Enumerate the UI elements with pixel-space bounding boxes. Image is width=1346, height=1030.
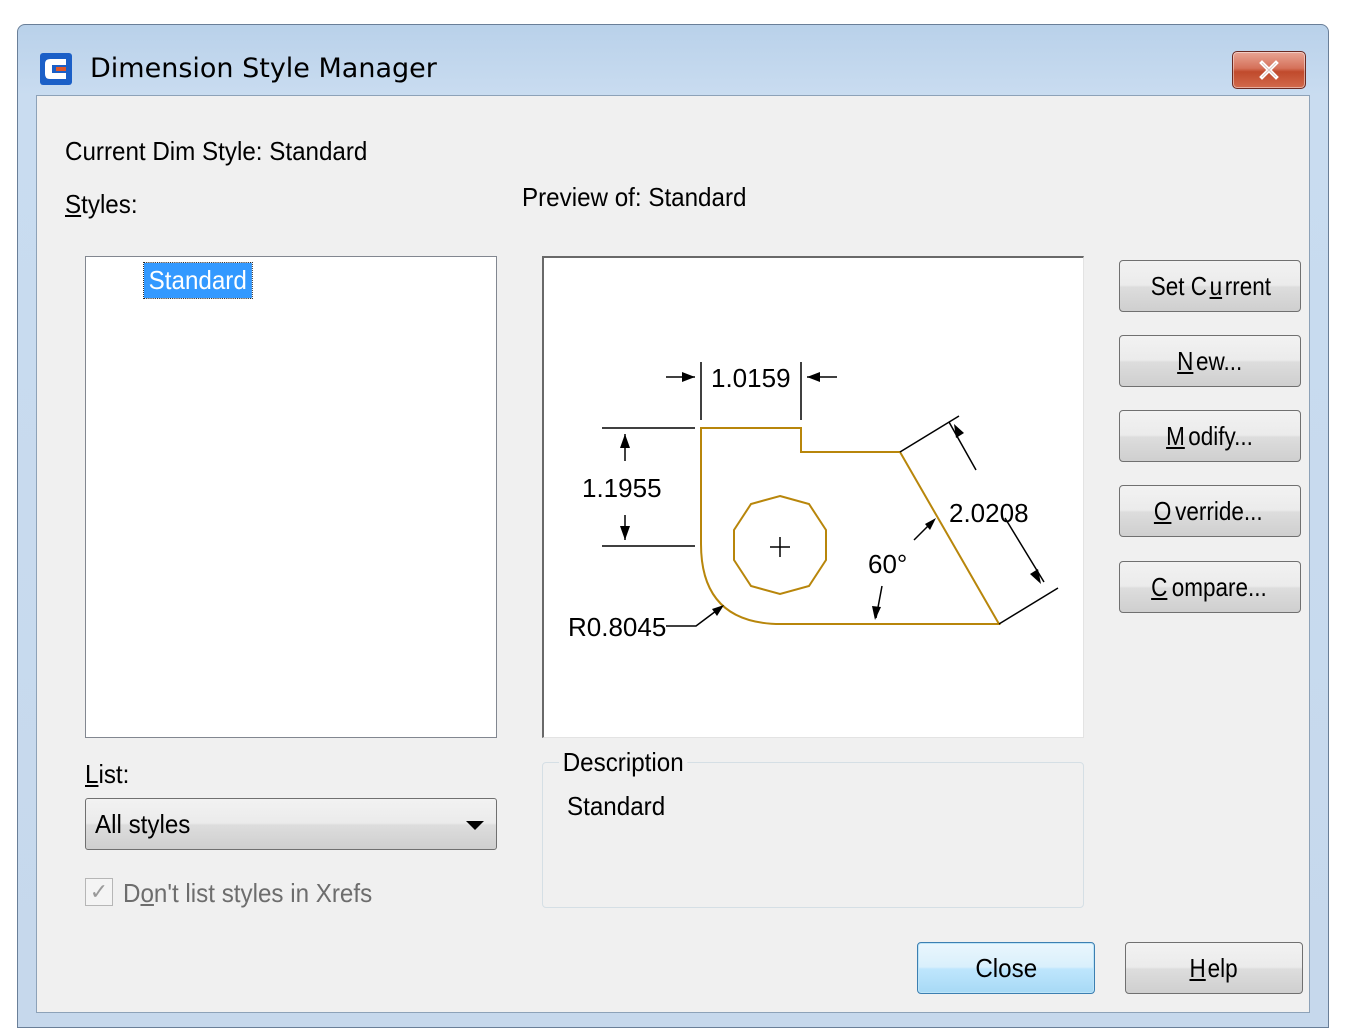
title-bar[interactable]: Dimension Style Manager bbox=[18, 25, 1328, 95]
preview-dim-diagonal: 2.0208 bbox=[949, 498, 1029, 528]
preview-dim-top: 1.0159 bbox=[711, 363, 791, 393]
close-x-icon bbox=[1259, 60, 1279, 80]
help-button[interactable]: Help bbox=[1125, 942, 1303, 994]
description-group: Description Standard bbox=[542, 747, 1084, 908]
styles-label: Styles: bbox=[65, 189, 138, 219]
modify-button[interactable]: Modify... bbox=[1119, 410, 1301, 462]
override-button[interactable]: Override... bbox=[1119, 485, 1301, 537]
new-button[interactable]: New... bbox=[1119, 335, 1301, 387]
close-button[interactable]: Close bbox=[917, 942, 1095, 994]
description-legend: Description bbox=[559, 747, 688, 778]
list-filter-value: All styles bbox=[95, 809, 191, 839]
checkmark-icon: ✓ bbox=[89, 879, 109, 905]
list-filter-dropdown[interactable]: All styles bbox=[85, 798, 497, 850]
dont-list-xrefs-label: Don't list styles in Xrefs bbox=[123, 878, 373, 908]
window-close-button[interactable] bbox=[1232, 51, 1306, 89]
preview-dim-angle: 60° bbox=[868, 549, 907, 579]
app-logo-icon bbox=[40, 53, 72, 85]
dont-list-xrefs-checkbox[interactable]: ✓ bbox=[85, 878, 113, 906]
preview-pane: 1.0159 1.1955 2.0208 60° R0.8045 bbox=[542, 256, 1084, 738]
set-current-button[interactable]: Set Current bbox=[1119, 260, 1301, 312]
dialog-client-area: Current Dim Style: Standard Styles: Stan… bbox=[36, 95, 1310, 1013]
styles-list[interactable]: Standard bbox=[85, 256, 497, 738]
dialog-window: Dimension Style Manager Current Dim Styl… bbox=[17, 24, 1329, 1028]
dimension-preview-drawing: 1.0159 1.1955 2.0208 60° R0.8045 bbox=[568, 362, 1059, 642]
current-dim-style-label: Current Dim Style: Standard bbox=[65, 136, 368, 166]
preview-label: Preview of: Standard bbox=[522, 182, 747, 212]
list-label: List: bbox=[85, 759, 130, 789]
list-item-standard[interactable]: Standard bbox=[143, 262, 253, 299]
description-text: Standard bbox=[567, 791, 666, 821]
chevron-down-icon bbox=[466, 821, 484, 830]
compare-button[interactable]: Compare... bbox=[1119, 561, 1301, 613]
preview-dim-left: 1.1955 bbox=[582, 473, 662, 503]
preview-dim-radius: R0.8045 bbox=[568, 612, 666, 642]
window-title: Dimension Style Manager bbox=[90, 53, 437, 84]
